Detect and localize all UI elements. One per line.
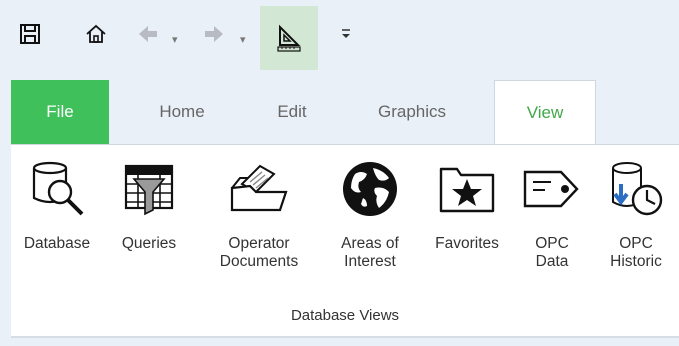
database-search-icon — [32, 161, 84, 216]
operator-documents-button[interactable]: Operator Documents — [203, 157, 315, 271]
customize-toolbar-icon — [342, 29, 350, 38]
back-dropdown-icon[interactable]: ▾ — [172, 33, 178, 46]
ruler-button[interactable] — [260, 6, 318, 70]
tab-edit[interactable]: Edit — [260, 80, 324, 144]
database-button[interactable]: Database — [11, 157, 103, 253]
globe-icon — [343, 162, 397, 216]
opc-tag-icon — [523, 170, 579, 208]
database-label: Database — [23, 235, 91, 252]
forward-dropdown-icon[interactable]: ▾ — [240, 33, 246, 46]
opc-data-label-2: Data — [535, 253, 569, 270]
ribbon-panel: Database Queries Operator Documents Area… — [11, 144, 679, 336]
areas-of-interest-label: Areas of — [341, 235, 399, 252]
opc-historic-icon — [612, 162, 663, 216]
group-label-database-views: Database Views — [290, 307, 400, 324]
quick-access-toolbar: ▾ ▾ — [0, 0, 679, 80]
back-arrow-icon — [139, 26, 157, 42]
opc-data-label-1: OPC — [535, 235, 569, 252]
forward-arrow-icon — [205, 26, 223, 42]
favorites-folder-icon — [439, 167, 495, 213]
save-button[interactable] — [14, 18, 46, 50]
save-icon — [20, 24, 40, 44]
opc-historic-label-1: OPC — [619, 235, 653, 252]
ribbon-bottom-divider — [11, 336, 679, 338]
favorites-label: Favorites — [435, 235, 499, 252]
areas-of-interest-button[interactable]: Areas of Interest — [325, 157, 415, 271]
opc-historic-label-2: Historic — [610, 253, 662, 270]
tab-home[interactable]: Home — [142, 80, 222, 144]
ribbon-tabs: File Home Edit Graphics View — [0, 80, 679, 144]
tab-view[interactable]: View — [494, 80, 596, 144]
tab-file[interactable]: File — [11, 80, 109, 144]
tab-graphics[interactable]: Graphics — [362, 80, 462, 144]
ruler-triangle-icon — [277, 24, 301, 52]
customize-toolbar-button[interactable] — [336, 22, 356, 46]
home-button[interactable] — [80, 18, 112, 50]
opc-historic-button[interactable]: OPC Historic — [597, 157, 675, 271]
queries-filter-icon — [124, 164, 174, 216]
queries-label: Queries — [121, 235, 177, 252]
documents-folder-icon — [230, 164, 288, 212]
queries-button[interactable]: Queries — [111, 157, 187, 253]
operator-documents-label: Operator — [228, 235, 290, 252]
forward-button[interactable] — [198, 18, 230, 50]
back-button[interactable] — [132, 18, 164, 50]
opc-data-button[interactable]: OPC Data — [517, 157, 587, 271]
home-icon — [86, 24, 106, 43]
favorites-button[interactable]: Favorites — [421, 157, 513, 253]
